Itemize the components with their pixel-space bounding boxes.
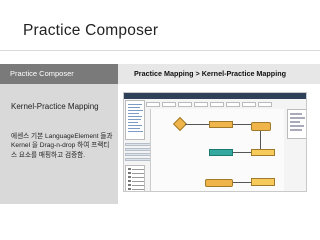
palette-checkbox[interactable] [128,172,131,174]
palette-item[interactable] [132,188,144,190]
tree-item[interactable] [128,116,142,118]
property-row [290,113,302,115]
property-row [290,129,302,131]
section-header: Practice Composer Practice Mapping > Ker… [0,64,320,84]
diagram-node[interactable] [251,178,275,186]
section-header-bar[interactable] [125,148,151,151]
section-header-bar[interactable] [125,158,151,161]
toolbar-button[interactable] [178,102,192,107]
app-screenshot [123,92,307,192]
palette-item[interactable] [132,176,144,178]
app-toolbar [146,102,282,108]
diagram-node[interactable] [251,122,271,131]
diagram-node[interactable] [209,149,233,156]
tree-item[interactable] [128,113,139,115]
section-header-bar[interactable] [125,153,151,156]
diagram-canvas[interactable] [150,109,284,191]
toolbar-button[interactable] [146,102,160,107]
tree-item[interactable] [128,122,138,124]
header-section-label: Practice Composer [0,64,118,84]
property-row [290,125,304,127]
connector-line [233,124,251,125]
slide-title: Practice Composer [23,22,159,39]
connector-line [233,182,251,183]
breadcrumb: Practice Mapping > Kernel-Practice Mappi… [118,64,320,84]
panel-heading: Kernel-Practice Mapping [11,102,99,111]
toolbar-button[interactable] [194,102,208,107]
title-divider [0,50,320,51]
app-topbar [124,93,306,99]
tree-item[interactable] [128,128,140,130]
palette-item[interactable] [132,180,144,182]
properties-panel[interactable] [287,109,306,139]
property-row [290,117,305,119]
palette-checkbox[interactable] [128,180,131,182]
palette-item[interactable] [132,184,144,186]
diagram-node[interactable] [251,149,275,156]
tree-item[interactable] [128,110,143,112]
element-palette[interactable] [125,165,145,191]
diagram-node[interactable] [209,121,233,128]
palette-item[interactable] [132,168,144,170]
toolbar-button[interactable] [226,102,240,107]
tree-item[interactable] [128,119,141,121]
tree-item[interactable] [128,104,142,106]
property-row [290,121,300,123]
toolbar-button[interactable] [242,102,256,107]
tree-item[interactable] [128,125,142,127]
palette-checkbox[interactable] [128,188,131,190]
toolbar-button[interactable] [258,102,272,107]
section-header-bar[interactable] [125,143,151,146]
tree-item[interactable] [128,131,143,133]
panel-description: 에센스 기본 LanguageElement 들과 Kernel 을 Drag-… [11,133,113,159]
tree-item[interactable] [128,107,140,109]
connector-line [233,152,251,153]
toolbar-button[interactable] [162,102,176,107]
toolbar-button[interactable] [210,102,224,107]
palette-checkbox[interactable] [128,184,131,186]
connector-line [260,131,261,149]
palette-checkbox[interactable] [128,168,131,170]
diagram-node[interactable] [205,179,233,187]
palette-item[interactable] [132,172,144,174]
explorer-tree[interactable] [125,100,145,140]
connector-line [185,124,209,125]
palette-checkbox[interactable] [128,176,131,178]
